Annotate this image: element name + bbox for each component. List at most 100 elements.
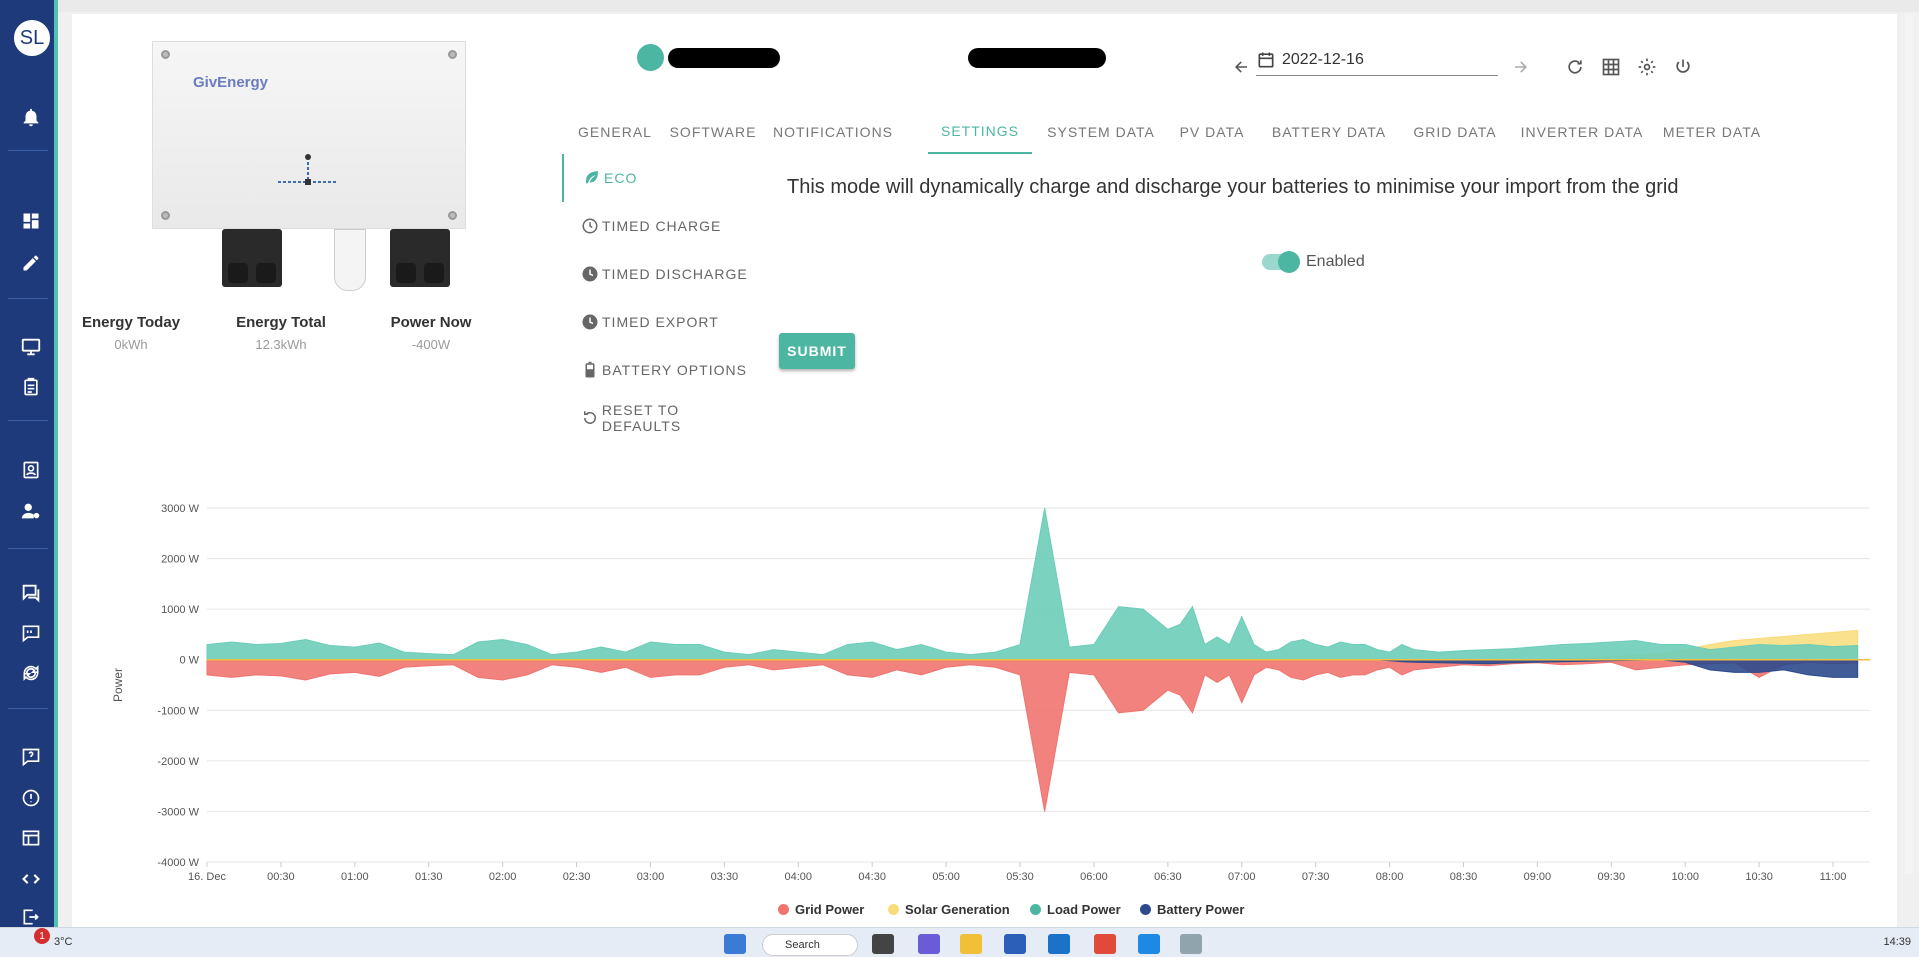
tab-general[interactable]: GENERAL: [574, 110, 656, 154]
pencil-icon[interactable]: [18, 250, 44, 276]
notepad-icon[interactable]: [1180, 934, 1202, 954]
nav-divider: [8, 420, 48, 421]
tab-notifications[interactable]: NOTIFICATIONS: [770, 110, 896, 154]
windows-start-icon[interactable]: [724, 934, 746, 954]
teams-icon[interactable]: [918, 934, 940, 954]
tab-settings[interactable]: SETTINGS: [928, 110, 1032, 154]
nav-divider: [8, 150, 48, 151]
task-view-icon[interactable]: [872, 934, 894, 954]
file-explorer-icon[interactable]: [960, 934, 982, 954]
power-icon[interactable]: [1670, 54, 1696, 80]
cable-gland: [390, 229, 450, 287]
menu-label: TIMED EXPORT: [602, 314, 719, 330]
redacted-serial: [968, 48, 1106, 68]
legend-swatch: [888, 904, 899, 915]
clipboard-icon[interactable]: [18, 374, 44, 400]
legend-label: Load Power: [1047, 902, 1121, 917]
y-axis-label: Power: [111, 668, 125, 702]
stat-label: Power Now: [390, 314, 472, 331]
x-tick-label: 16. Dec: [188, 871, 226, 883]
teamviewer-icon[interactable]: [1138, 934, 1160, 954]
table-edit-icon[interactable]: [18, 825, 44, 851]
refresh-icon[interactable]: [1562, 54, 1588, 80]
x-tick-label: 02:00: [489, 871, 517, 883]
legend-swatch: [1140, 904, 1151, 915]
leaf-icon: [582, 168, 602, 188]
avatar[interactable]: SL: [12, 18, 52, 58]
x-tick-label: 09:00: [1524, 871, 1552, 883]
eco-description: This mode will dynamically charge and di…: [787, 176, 1679, 198]
clock-icon: [580, 216, 600, 236]
tab-meter-data[interactable]: METER DATA: [1660, 110, 1764, 154]
legend-load-power[interactable]: Load Power: [1030, 902, 1121, 917]
legend-label: Grid Power: [795, 902, 865, 917]
nav-divider: [8, 548, 48, 549]
outlook-icon[interactable]: [1048, 934, 1070, 954]
tab-battery-data[interactable]: BATTERY DATA: [1270, 110, 1388, 154]
code-icon[interactable]: [18, 866, 44, 892]
date-value: 2022-12-16: [1282, 50, 1364, 68]
x-tick-label: 01:30: [415, 871, 443, 883]
sync-icon[interactable]: [18, 660, 44, 686]
user-settings-icon[interactable]: [18, 498, 44, 524]
screw: [161, 211, 170, 220]
chat-icon[interactable]: [18, 580, 44, 606]
legend-solar-generation[interactable]: Solar Generation: [888, 902, 1010, 917]
help-chat-icon[interactable]: [18, 744, 44, 770]
menu-battery-options[interactable]: BATTERY OPTIONS: [562, 346, 762, 394]
arrow-left-icon[interactable]: [1228, 54, 1254, 80]
status-dot: [637, 44, 664, 71]
menu-eco[interactable]: ECO: [562, 154, 762, 202]
y-tick-label: -2000 W: [157, 756, 199, 768]
power-chart: 3000 W 2000 W 1000 W 0 W -1000 W -2000 W -3000…: [111, 503, 1870, 883]
legend-label: Battery Power: [1157, 902, 1245, 917]
alert-icon[interactable]: [18, 785, 44, 811]
series-load-power: [206, 507, 1859, 661]
tab-inverter-data[interactable]: INVERTER DATA: [1520, 110, 1644, 154]
legend-battery-power[interactable]: Battery Power: [1140, 902, 1244, 917]
x-tick-label: 06:30: [1154, 871, 1182, 883]
legend-grid-power[interactable]: Grid Power: [778, 902, 864, 917]
bell-icon[interactable]: [18, 104, 44, 130]
submit-button[interactable]: SUBMIT: [779, 333, 855, 369]
menu-timed-charge[interactable]: TIMED CHARGE: [562, 202, 762, 250]
x-tick-label: 08:30: [1450, 871, 1478, 883]
tab-pv-data[interactable]: PV DATA: [1176, 110, 1248, 154]
grid-icon[interactable]: [1598, 54, 1624, 80]
y-tick-label: -1000 W: [157, 705, 199, 717]
monitor-icon[interactable]: [18, 334, 44, 360]
arrow-right-icon[interactable]: [1508, 54, 1534, 80]
calendar-icon[interactable]: [1256, 50, 1276, 70]
inverter-image: GivEnergy: [152, 41, 466, 229]
circuit-icon: [278, 154, 338, 185]
contacts-icon[interactable]: [18, 457, 44, 483]
weather-temp[interactable]: 3°C: [54, 936, 72, 948]
chrome-icon[interactable]: [1094, 934, 1116, 954]
quote-icon[interactable]: [18, 620, 44, 646]
menu-label: RESET TO DEFAULTS: [601, 402, 682, 434]
menu-timed-export[interactable]: TIMED EXPORT: [562, 298, 762, 346]
date-field[interactable]: 2022-12-16: [1256, 44, 1498, 76]
legend-swatch: [778, 904, 789, 915]
scrollbar[interactable]: [1905, 14, 1913, 874]
y-tick-label: 3000 W: [161, 503, 200, 515]
tab-software[interactable]: SOFTWARE: [666, 110, 760, 154]
dashboard-icon[interactable]: [18, 208, 44, 234]
taskbar-search[interactable]: Search: [762, 934, 858, 956]
screw: [448, 211, 457, 220]
stat-value: 12.3kWh: [255, 337, 307, 352]
toggle-knob[interactable]: [1278, 251, 1300, 273]
enabled-toggle[interactable]: [1262, 251, 1300, 273]
menu-timed-discharge[interactable]: TIMED DISCHARGE: [562, 250, 762, 298]
x-tick-label: 03:30: [711, 871, 739, 883]
cog-icon[interactable]: [1634, 54, 1660, 80]
x-tick-label: 00:30: [267, 871, 295, 883]
cable-gland: [222, 229, 282, 287]
word-icon[interactable]: [1004, 934, 1026, 954]
restore-icon: [580, 408, 600, 428]
x-tick-label: 07:30: [1302, 871, 1330, 883]
menu-reset-defaults[interactable]: RESET TO DEFAULTS: [562, 394, 762, 442]
tab-system-data[interactable]: SYSTEM DATA: [1044, 110, 1158, 154]
tab-grid-data[interactable]: GRID DATA: [1408, 110, 1502, 154]
x-tick-label: 06:00: [1080, 871, 1108, 883]
